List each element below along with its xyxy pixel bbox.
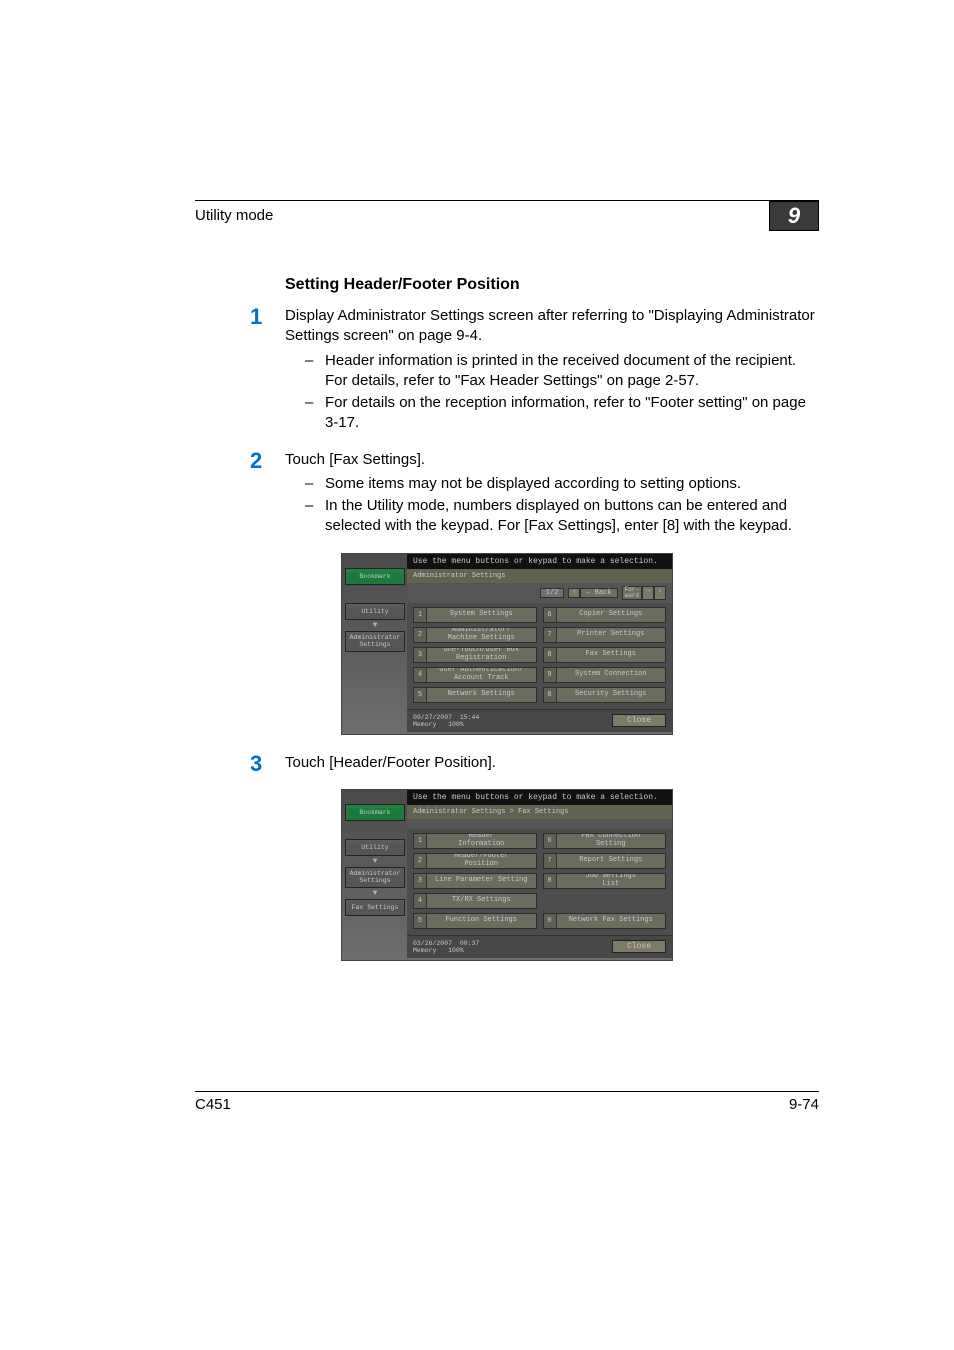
footer-page: 9-74 <box>789 1096 819 1113</box>
menu-onetouch[interactable]: 3One-Touch/User Box Registration <box>413 647 537 663</box>
sub-text: For details on the reception information… <box>325 393 819 434</box>
step-number: 1 <box>250 306 285 436</box>
menu-system-connection[interactable]: 9System Connection <box>543 667 667 683</box>
bookmark-tab[interactable]: Bookmark <box>345 804 405 821</box>
menu-report-settings[interactable]: 7Report Settings <box>543 853 667 869</box>
administrator-settings-tab[interactable]: Administrator Settings <box>345 631 405 652</box>
down-icon[interactable]: ↓ <box>654 586 666 600</box>
section-heading: Setting Header/Footer Position <box>285 276 819 294</box>
dash: – <box>305 351 325 392</box>
menu-printer-settings[interactable]: 7Printer Settings <box>543 627 667 643</box>
step-text: Display Administrator Settings screen af… <box>285 306 819 347</box>
down-arrow-icon: ▼ <box>345 621 405 630</box>
footer-model: C451 <box>195 1096 231 1113</box>
step-text: Touch [Fax Settings]. <box>285 450 819 470</box>
menu-txrx[interactable]: 4TX/RX Settings <box>413 893 537 909</box>
prev-icon[interactable]: ↑ <box>568 588 580 598</box>
breadcrumb: Administrator Settings <box>407 569 672 583</box>
screenshot-fax-settings: Bookmark Utility ▼ Administrator Setting… <box>341 789 673 961</box>
menu-header-info[interactable]: 1Header Information <box>413 833 537 849</box>
status-info: 03/26/2007 00:37 Memory 100% <box>413 940 479 954</box>
menu-system-settings[interactable]: 1System Settings <box>413 607 537 623</box>
menu-network-fax[interactable]: 0Network Fax Settings <box>543 913 667 929</box>
sub-text: In the Utility mode, numbers displayed o… <box>325 496 819 537</box>
close-button[interactable]: Close <box>612 714 666 727</box>
menu-line-param[interactable]: 3Line Parameter Setting <box>413 873 537 889</box>
forward-button[interactable]: For- ward <box>622 586 642 600</box>
close-button[interactable]: Close <box>612 940 666 953</box>
menu-function-settings[interactable]: 5Function Settings <box>413 913 537 929</box>
breadcrumb: Administrator Settings > Fax Settings <box>407 805 672 819</box>
utility-tab[interactable]: Utility <box>345 839 405 856</box>
sub-text: Header information is printed in the rec… <box>325 351 819 392</box>
menu-copier-settings[interactable]: 6Copier Settings <box>543 607 667 623</box>
screenshot-admin-settings: Bookmark Utility ▼ Administrator Setting… <box>341 553 673 735</box>
menu-pbx[interactable]: 6PBX Connection Setting <box>543 833 667 849</box>
fax-settings-tab[interactable]: Fax Settings <box>345 899 405 916</box>
step-number: 3 <box>250 753 285 775</box>
page-indicator: 1/2 <box>540 588 565 598</box>
down-arrow-icon: ▼ <box>345 889 405 898</box>
menu-network-settings[interactable]: 5Network Settings <box>413 687 537 703</box>
bookmark-tab[interactable]: Bookmark <box>345 568 405 585</box>
sub-text: Some items may not be displayed accordin… <box>325 474 741 494</box>
dash: – <box>305 393 325 434</box>
menu-header-footer-position[interactable]: 2Header/Footer Position <box>413 853 537 869</box>
menu-admin-machine[interactable]: 2Administrator/ Machine Settings <box>413 627 537 643</box>
menu-job-list[interactable]: 8Job Settings List <box>543 873 667 889</box>
administrator-settings-tab[interactable]: Administrator Settings <box>345 867 405 888</box>
instruction-bar: Use the menu buttons or keypad to make a… <box>407 554 672 569</box>
running-header: Utility mode <box>195 207 273 224</box>
utility-tab[interactable]: Utility <box>345 603 405 620</box>
step-text: Touch [Header/Footer Position]. <box>285 753 496 773</box>
status-info: 09/27/2007 15:44 Memory 100% <box>413 714 479 728</box>
next-icon[interactable]: → <box>642 586 654 600</box>
menu-user-auth[interactable]: 4User Authentication/ Account Track <box>413 667 537 683</box>
menu-security-settings[interactable]: 0Security Settings <box>543 687 667 703</box>
menu-fax-settings[interactable]: 8Fax Settings <box>543 647 667 663</box>
back-button[interactable]: ← Back <box>580 588 617 598</box>
instruction-bar: Use the menu buttons or keypad to make a… <box>407 790 672 805</box>
down-arrow-icon: ▼ <box>345 857 405 866</box>
chapter-flag: 9 <box>769 201 819 231</box>
dash: – <box>305 496 325 537</box>
dash: – <box>305 474 325 494</box>
step-number: 2 <box>250 450 285 539</box>
